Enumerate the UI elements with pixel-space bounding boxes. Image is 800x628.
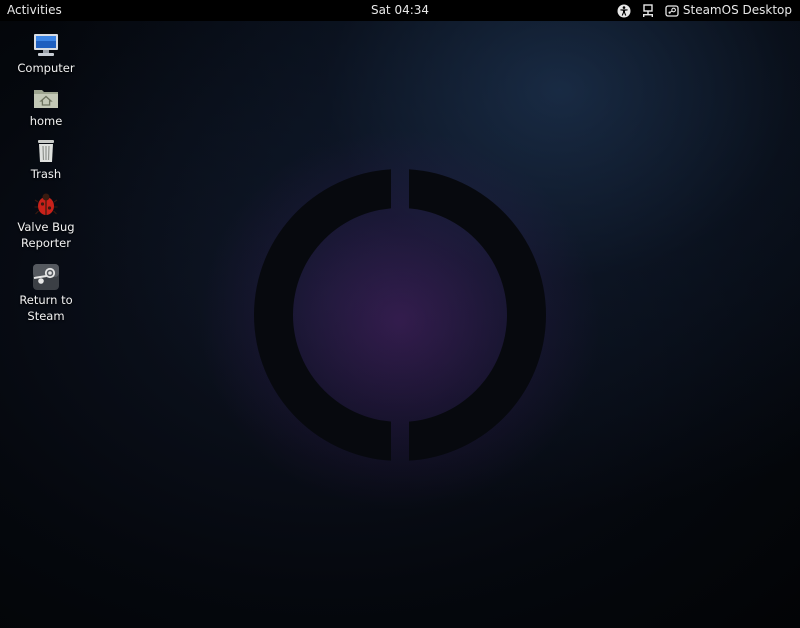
desktop-icon-label: home [29,114,63,128]
desktop-icon-trash[interactable]: Trash [11,137,81,182]
clock-button[interactable]: Sat 04:34 [371,0,429,21]
trash-icon [32,137,60,165]
computer-icon [32,31,60,59]
desktop-screen: Activities Sat 04:34 SteamOS Desktop Com… [0,0,800,628]
desktop-icon-return-to-steam[interactable]: Return to Steam [11,263,81,324]
network-wired-icon[interactable] [641,3,655,18]
desktop-icon-home[interactable]: home [11,84,81,129]
steam-icon [32,263,60,291]
steamos-logo-ring [250,165,550,465]
desktop-icon-computer[interactable]: Computer [11,31,81,76]
system-tray: SteamOS Desktop [617,0,792,21]
home-folder-icon [32,84,60,112]
accessibility-icon[interactable] [617,4,631,18]
desktop-icon-label: Computer [17,61,75,75]
top-panel: Activities Sat 04:34 SteamOS Desktop [0,0,800,21]
desktop-icon-label: Trash [30,167,62,181]
desktop-icon-label: Return to Steam [19,293,73,323]
user-menu[interactable]: SteamOS Desktop [665,0,792,21]
desktop-icon-valve-bug-reporter[interactable]: Valve Bug Reporter [11,190,81,251]
user-menu-label: SteamOS Desktop [682,3,792,17]
steam-user-icon [665,4,679,18]
bug-reporter-icon [32,190,60,218]
desktop-icon-label: Valve Bug Reporter [17,220,75,250]
